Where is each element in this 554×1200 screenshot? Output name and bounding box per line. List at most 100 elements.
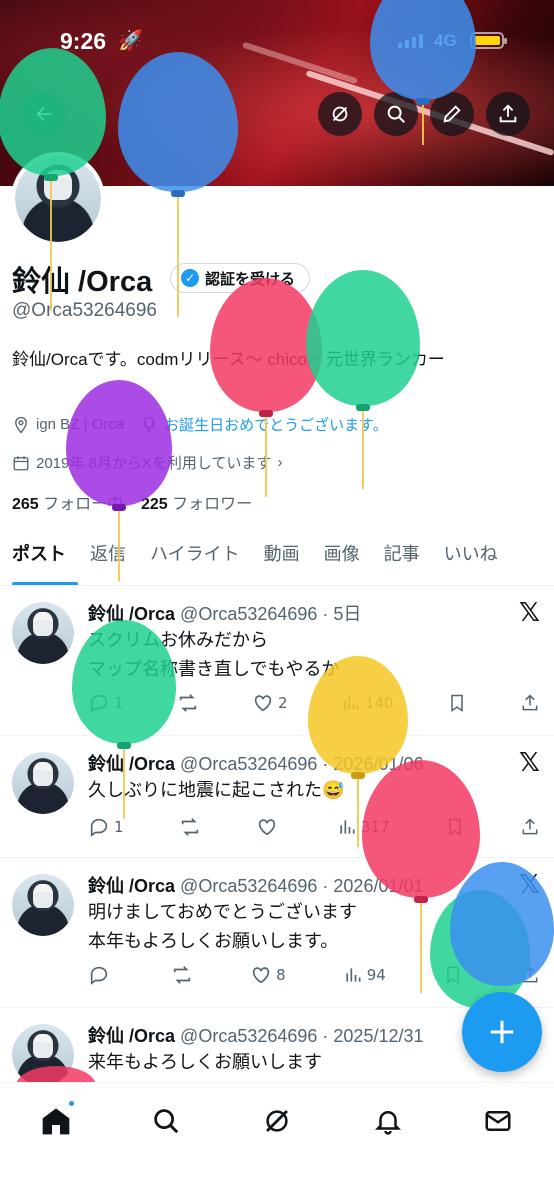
following-count: 265 [12,496,39,513]
post-meta: @Orca53264696 · 2026/01/01 [180,876,424,896]
nav-search[interactable] [146,1101,186,1141]
heart-icon [258,819,276,836]
grok-icon [332,106,348,122]
reply-icon [90,818,108,837]
profile-name: 鈴仙 /Orca [12,266,153,298]
post-item[interactable]: 鈴仙 /Orca @Orca53264696 · 2026/01/01 𝕏 明け… [0,858,554,1008]
location-icon [15,416,27,434]
tab-replies[interactable]: 返信 [78,532,138,585]
profile-location: ign BZ | Orca [36,416,125,433]
back-button[interactable] [22,92,66,136]
profile-tabs: ポスト 返信 ハイライト 動画 画像 記事 いいね [0,532,554,586]
grok-button[interactable] [318,92,362,136]
post-text: 久しぶりに地震に起こされた😅 [88,776,508,805]
like-button[interactable] [256,816,282,838]
share-icon [522,966,538,983]
tab-likes[interactable]: いいね [432,532,510,585]
post-author: 鈴仙 /Orca [88,754,176,774]
profile-meta-row: ign BZ | Orca お誕生日おめでとうございます。 [12,414,388,435]
nav-messages[interactable] [478,1101,518,1141]
balloon-icon [143,416,155,432]
repost-button[interactable] [171,964,193,986]
views-icon [346,968,361,982]
post-avatar[interactable] [12,602,74,664]
post-header: 鈴仙 /Orca @Orca53264696 · 2026/01/06 [88,750,424,776]
nav-home[interactable] [36,1099,76,1141]
post-line: 明けましておめでとうございます [88,902,357,922]
bookmark-icon [450,694,463,712]
tab-articles[interactable]: 記事 [372,532,432,585]
bottom-nav [0,1082,554,1200]
post-share-button[interactable] [520,817,540,837]
mail-icon [485,1111,511,1131]
post-share-button[interactable] [520,965,540,985]
x-logo-icon: 𝕏 [519,870,540,900]
plus-icon [490,1020,514,1044]
post-avatar[interactable] [12,874,74,936]
post-item[interactable]: 鈴仙 /Orca @Orca53264696 · 5日 𝕏 スクリムお休みだから… [0,586,554,736]
repost-icon [173,966,191,984]
post-item[interactable]: 鈴仙 /Orca @Orca53264696 · 2026/01/06 𝕏 久し… [0,736,554,858]
calendar-icon [13,455,29,470]
bookmark-button[interactable] [445,817,465,837]
grok-icon [266,1110,288,1132]
status-time: 9:26 [60,28,107,54]
views-button[interactable]: 317 [337,817,390,837]
followers-link[interactable]: 225 フォロワー [141,496,252,513]
joined-row[interactable]: 2019年 8月からXを利用しています › [12,452,282,473]
post-meta: @Orca53264696 · 5日 [180,604,362,624]
like-button[interactable]: 8 [250,964,286,986]
share-button[interactable] [486,92,530,136]
battery-icon [470,32,507,49]
following-label: フォロー中 [43,496,124,513]
following-link[interactable]: 265 フォロー中 [12,496,123,513]
x-logo-icon: 𝕏 [519,748,540,778]
heart-icon [254,695,272,712]
post-line: スクリムお休みだから [88,630,268,650]
edit-button[interactable] [430,92,474,136]
post-author: 鈴仙 /Orca [88,604,176,624]
compose-button[interactable] [462,992,542,1072]
chevron-right-icon: › [277,454,283,471]
tab-videos[interactable]: 動画 [252,532,312,585]
home-icon [42,1108,70,1135]
rocket-icon: 🚀 [118,28,143,52]
edit-icon [443,105,461,123]
get-verified-button[interactable]: ✓ 認証を受ける [170,263,311,293]
search-icon [154,1109,179,1134]
views-button[interactable]: 140 [341,693,394,713]
birthday-link[interactable]: お誕生日おめでとうございます。 [164,414,388,435]
post-share-button[interactable] [520,693,540,713]
tab-images[interactable]: 画像 [312,532,372,585]
post-text: スクリムお休みだから マップ名称書き直しでもやるか [88,626,508,684]
post-line: マップ名称書き直しでもやるか [88,659,340,679]
post-avatar[interactable] [12,752,74,814]
views-button[interactable]: 94 [343,965,386,985]
like-button[interactable]: 2 [252,692,288,714]
nav-notifications[interactable] [368,1101,408,1141]
bookmark-button[interactable] [447,693,467,713]
post-author: 鈴仙 /Orca [88,876,176,896]
post-avatar[interactable] [12,1024,74,1082]
tab-posts[interactable]: ポスト [12,532,78,585]
profile-avatar[interactable] [11,152,105,246]
post-actions: 1 317 [88,816,540,838]
get-verified-label: 認証を受ける [205,269,296,288]
post-line: 久しぶりに地震に起こされた😅 [88,780,345,800]
search-button[interactable] [374,92,418,136]
reply-button[interactable]: 1 [88,816,124,838]
heart-icon [252,967,270,984]
nav-grok[interactable] [257,1101,297,1141]
tab-highlights[interactable]: ハイライト [138,532,252,585]
repost-button[interactable] [177,692,199,714]
view-count: 140 [364,694,394,712]
view-count: 94 [366,966,386,984]
reply-button[interactable]: 1 [88,692,124,714]
like-count: 2 [278,694,288,712]
reply-button[interactable] [88,964,114,986]
repost-button[interactable] [179,816,201,838]
share-icon [522,818,538,835]
repost-icon [179,694,196,712]
search-icon [387,105,405,123]
bookmark-button[interactable] [443,965,463,985]
